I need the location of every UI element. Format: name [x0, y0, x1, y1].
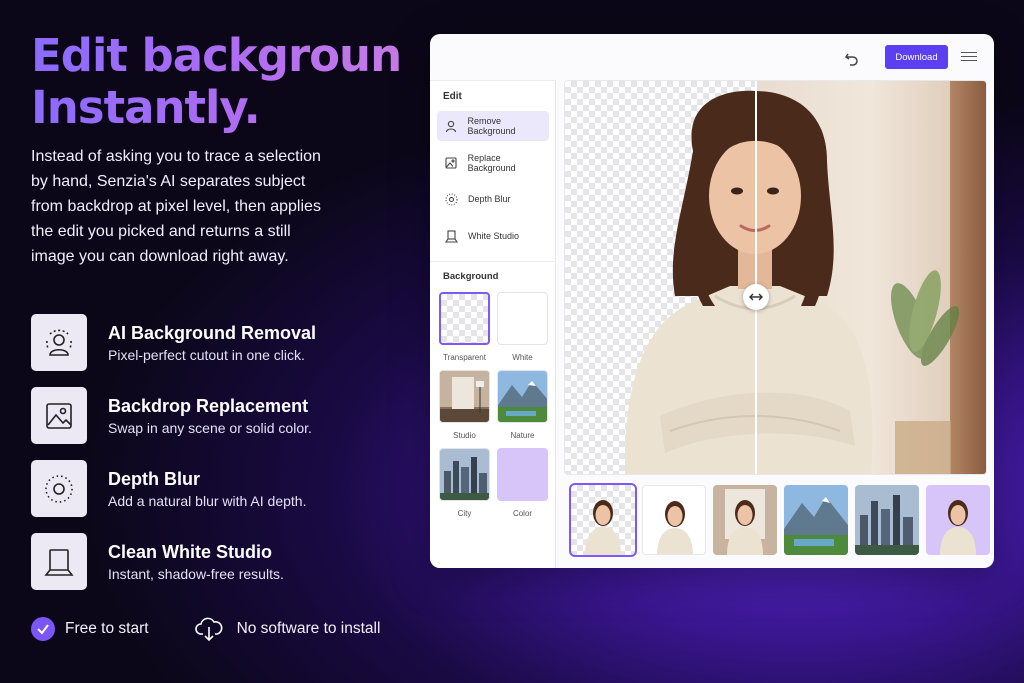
bg-option-label: Studio [453, 431, 476, 440]
person-scan-icon [31, 314, 87, 371]
hamburger-menu-icon[interactable] [961, 49, 977, 65]
compare-divider [755, 81, 757, 474]
badge-free: Free to start [31, 617, 149, 641]
edit-panel: Edit Remove Background Replace Backgroun… [430, 80, 556, 568]
feature-subtitle: Instant, shadow-free results. [108, 566, 284, 582]
blur-circle-icon [443, 192, 459, 206]
thumbnail-white[interactable] [642, 485, 706, 555]
hero: Edit backgrounds. Instantly. Instead of … [31, 30, 401, 269]
hero-description: Instead of asking you to trace a selecti… [31, 148, 321, 265]
feature-title: Backdrop Replacement [108, 396, 309, 416]
headline-line-1: Edit backgrounds. [31, 29, 475, 82]
bg-option-label: White [512, 353, 533, 362]
image-icon [31, 387, 87, 444]
tool-label: White Studio [468, 231, 520, 241]
portrait-subject [624, 90, 960, 474]
tool-label: Depth Blur [468, 194, 511, 204]
feature-title: Depth Blur [108, 469, 200, 489]
person-icon [443, 120, 459, 133]
bg-option-nature[interactable] [497, 370, 548, 423]
thumbnail-lavender[interactable] [926, 485, 990, 555]
tool-replace-background[interactable]: Replace Background [437, 148, 549, 178]
thumbnail-city[interactable] [855, 485, 919, 555]
image-icon [443, 157, 459, 169]
badge-no-install-label: No software to install [236, 620, 381, 637]
badge-free-label: Free to start [65, 620, 149, 637]
blur-circle-icon [31, 460, 87, 517]
feature-item: AI Background Removal Pixel-perfect cuto… [31, 314, 316, 371]
feature-subtitle: Swap in any scene or solid color. [108, 420, 312, 436]
badges: Free to start No software to install [31, 616, 380, 642]
editor-window: Download Edit Remove Background Replace … [430, 34, 994, 568]
download-button[interactable]: Download [885, 45, 948, 69]
tool-label: Replace Background [467, 153, 516, 173]
tool-remove-background[interactable]: Remove Background [437, 111, 549, 141]
thumbnail-mountain[interactable] [784, 485, 848, 555]
tool-white-studio[interactable]: White Studio [437, 221, 549, 251]
edit-section-label: Edit [443, 91, 462, 102]
bg-option-label: Nature [510, 431, 535, 440]
bg-option-city[interactable] [439, 448, 490, 501]
check-icon [31, 617, 55, 641]
bg-option-studio[interactable] [439, 370, 490, 423]
bg-option-label: Transparent [443, 353, 486, 362]
bg-option-white[interactable] [497, 292, 548, 345]
bg-option-color[interactable] [497, 448, 548, 501]
feature-item: Depth Blur Add a natural blur with AI de… [31, 460, 316, 517]
compare-slider-handle[interactable] [743, 284, 769, 310]
image-canvas[interactable] [564, 80, 987, 475]
tool-label: Remove Background [467, 116, 516, 136]
background-section-label: Background [443, 271, 499, 282]
feature-title: AI Background Removal [108, 323, 317, 343]
feature-title: Clean White Studio [108, 542, 272, 562]
feature-subtitle: Add a natural blur with AI depth. [108, 493, 307, 509]
feature-item: Backdrop Replacement Swap in any scene o… [31, 387, 316, 444]
studio-icon [443, 229, 459, 243]
undo-icon[interactable] [842, 49, 862, 69]
feature-subtitle: Pixel-perfect cutout in one click. [108, 347, 305, 363]
feature-list: AI Background Removal Pixel-perfect cuto… [31, 314, 316, 606]
transparent-area [565, 81, 625, 474]
bg-option-label: Color [512, 509, 533, 518]
thumbnail-studio[interactable] [713, 485, 777, 555]
feature-item: Clean White Studio Instant, shadow-free … [31, 533, 316, 590]
thumbnail-transparent[interactable] [569, 483, 637, 557]
headline: Edit backgrounds. Instantly. [31, 30, 401, 134]
bg-option-transparent[interactable] [439, 292, 490, 345]
studio-icon [31, 533, 87, 590]
tool-depth-blur[interactable]: Depth Blur [437, 184, 549, 214]
panel-divider [430, 261, 556, 262]
cloud-download-icon [194, 616, 223, 642]
headline-line-2: Instantly. [31, 81, 260, 134]
bg-option-label: City [457, 509, 472, 518]
badge-no-install: No software to install [149, 616, 381, 642]
